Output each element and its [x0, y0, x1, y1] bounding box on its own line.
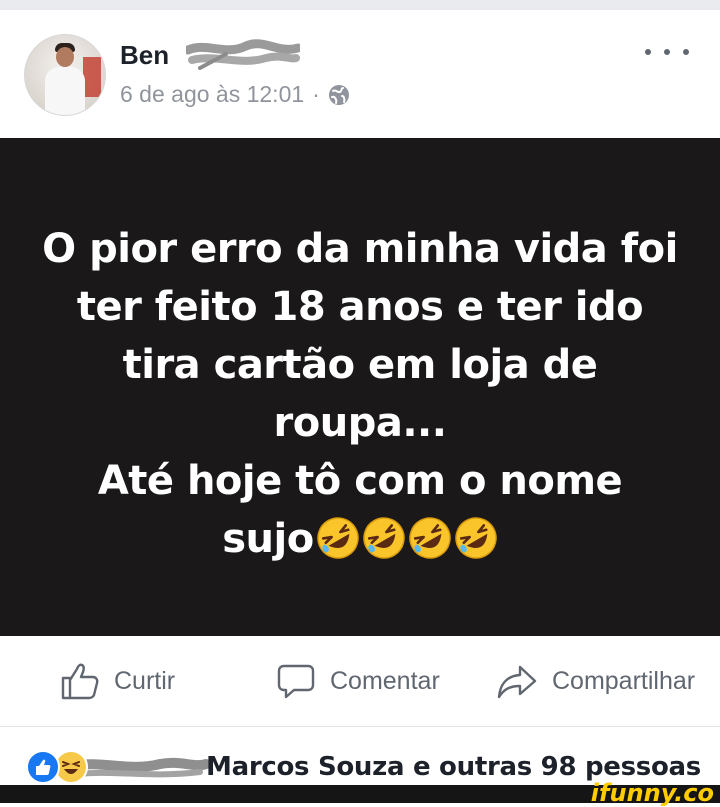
share-button[interactable]: Compartilhar	[496, 636, 695, 726]
like-reaction-icon	[26, 750, 60, 784]
post-line: O pior erro da minha vida foi	[42, 226, 678, 272]
reaction-summary[interactable]: Marcos Souza e outras 98 pessoas	[206, 752, 701, 782]
name-scribble	[186, 39, 300, 70]
reaction-name-scribble	[70, 757, 210, 778]
divider	[0, 726, 720, 727]
rofl-emoji-icon	[362, 517, 405, 559]
reaction-icons[interactable]	[26, 750, 88, 784]
post-line: roupa...	[273, 400, 447, 446]
share-icon	[497, 665, 537, 699]
more-dots-icon[interactable]	[645, 42, 689, 62]
timestamp[interactable]: 6 de ago às 12:01	[120, 81, 304, 108]
comment-button[interactable]: Comentar	[276, 636, 440, 726]
comment-label: Comentar	[330, 666, 440, 695]
comment-icon	[277, 664, 315, 699]
post-text: O pior erro da minha vida foi ter feito …	[40, 220, 680, 568]
post-image: O pior erro da minha vida foi ter feito …	[0, 138, 720, 636]
rofl-emoji-icon	[454, 517, 497, 559]
rofl-emoji-icon	[316, 517, 359, 559]
post-line: sujo	[222, 516, 314, 562]
action-bar: Curtir Comentar Compartilhar	[0, 636, 720, 726]
globe-icon	[328, 84, 349, 105]
like-label: Curtir	[114, 666, 176, 695]
author-name[interactable]: Ben	[120, 40, 169, 71]
like-button[interactable]: Curtir	[60, 636, 175, 726]
avatar[interactable]	[24, 34, 106, 116]
post-meta: 6 de ago às 12:01 ·	[120, 81, 350, 108]
share-label: Compartilhar	[552, 666, 696, 695]
meta-separator: ·	[312, 81, 320, 107]
post-last-line: sujo	[40, 510, 680, 568]
post-line: ter feito 18 anos e ter ido	[76, 284, 644, 330]
post-line: tira cartão em loja de	[122, 342, 598, 388]
rofl-emoji-icon	[408, 517, 451, 559]
thumbs-up-icon	[61, 663, 99, 700]
top-strip	[0, 0, 720, 10]
post-line: Até hoje tô com o nome	[97, 458, 623, 504]
